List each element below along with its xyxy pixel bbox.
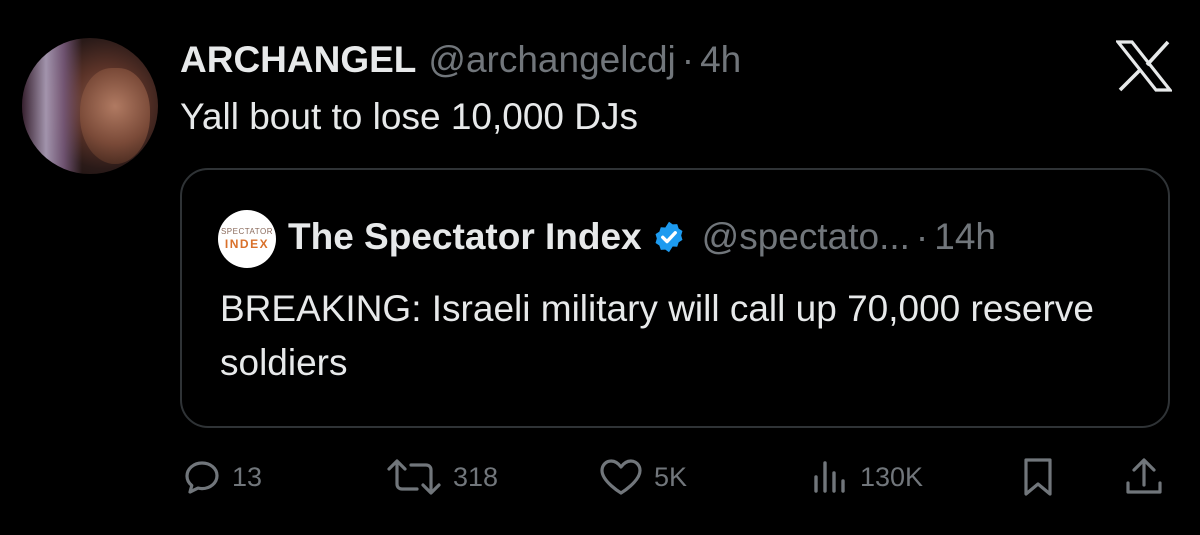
tweet-text: Yall bout to lose 10,000 DJs <box>180 96 638 137</box>
quoted-tweet-card[interactable]: SPECTATOR INDEX The Spectator Index @spe… <box>180 168 1170 428</box>
tweet-time[interactable]: 4h <box>700 39 741 81</box>
quoted-tweet-time[interactable]: 14h <box>934 216 996 258</box>
author-handle[interactable]: @archangelcdj <box>428 39 675 81</box>
views-button[interactable]: 130K <box>810 452 923 502</box>
bookmark-icon <box>1024 458 1052 496</box>
tweet-header: ARCHANGEL @archangelcdj · 4h <box>180 38 741 82</box>
speech-bubble-icon <box>185 461 219 494</box>
like-button[interactable]: 5K <box>598 452 687 502</box>
quoted-author-name[interactable]: The Spectator Index <box>288 216 642 258</box>
share-button[interactable] <box>1122 452 1166 502</box>
quoted-avatar[interactable]: SPECTATOR INDEX <box>218 210 276 268</box>
views-count: 130K <box>860 461 924 492</box>
repost-count: 318 <box>453 461 499 492</box>
bookmark-button[interactable] <box>1018 452 1058 502</box>
share-upload-icon <box>1126 458 1162 494</box>
quoted-avatar-logo-top: SPECTATOR <box>220 227 274 236</box>
quoted-separator-dot: · <box>915 216 929 257</box>
x-logo-icon <box>1116 40 1172 92</box>
avatar[interactable] <box>22 38 158 174</box>
like-count: 5K <box>654 461 688 492</box>
verified-badge-icon <box>655 221 683 253</box>
quoted-tweet-text: BREAKING: Israeli military will call up … <box>220 288 1094 383</box>
reply-button[interactable]: 13 <box>182 452 262 502</box>
repost-button[interactable]: 318 <box>385 452 498 502</box>
avatar-face <box>80 68 150 164</box>
bar-chart-icon <box>814 461 845 493</box>
heart-icon <box>600 459 642 495</box>
reply-count: 13 <box>232 461 263 492</box>
separator-dot: · <box>681 39 695 80</box>
quoted-avatar-logo-bottom: INDEX <box>224 237 270 251</box>
avatar-hair <box>22 38 82 174</box>
repost-arrows-icon <box>387 459 441 495</box>
quoted-tweet-header: The Spectator Index @spectato... · 14h <box>288 215 996 259</box>
quoted-author-handle[interactable]: @spectato... <box>702 216 910 258</box>
action-bar: 13 318 5K 130K <box>0 452 1200 502</box>
author-name[interactable]: ARCHANGEL <box>180 39 416 81</box>
